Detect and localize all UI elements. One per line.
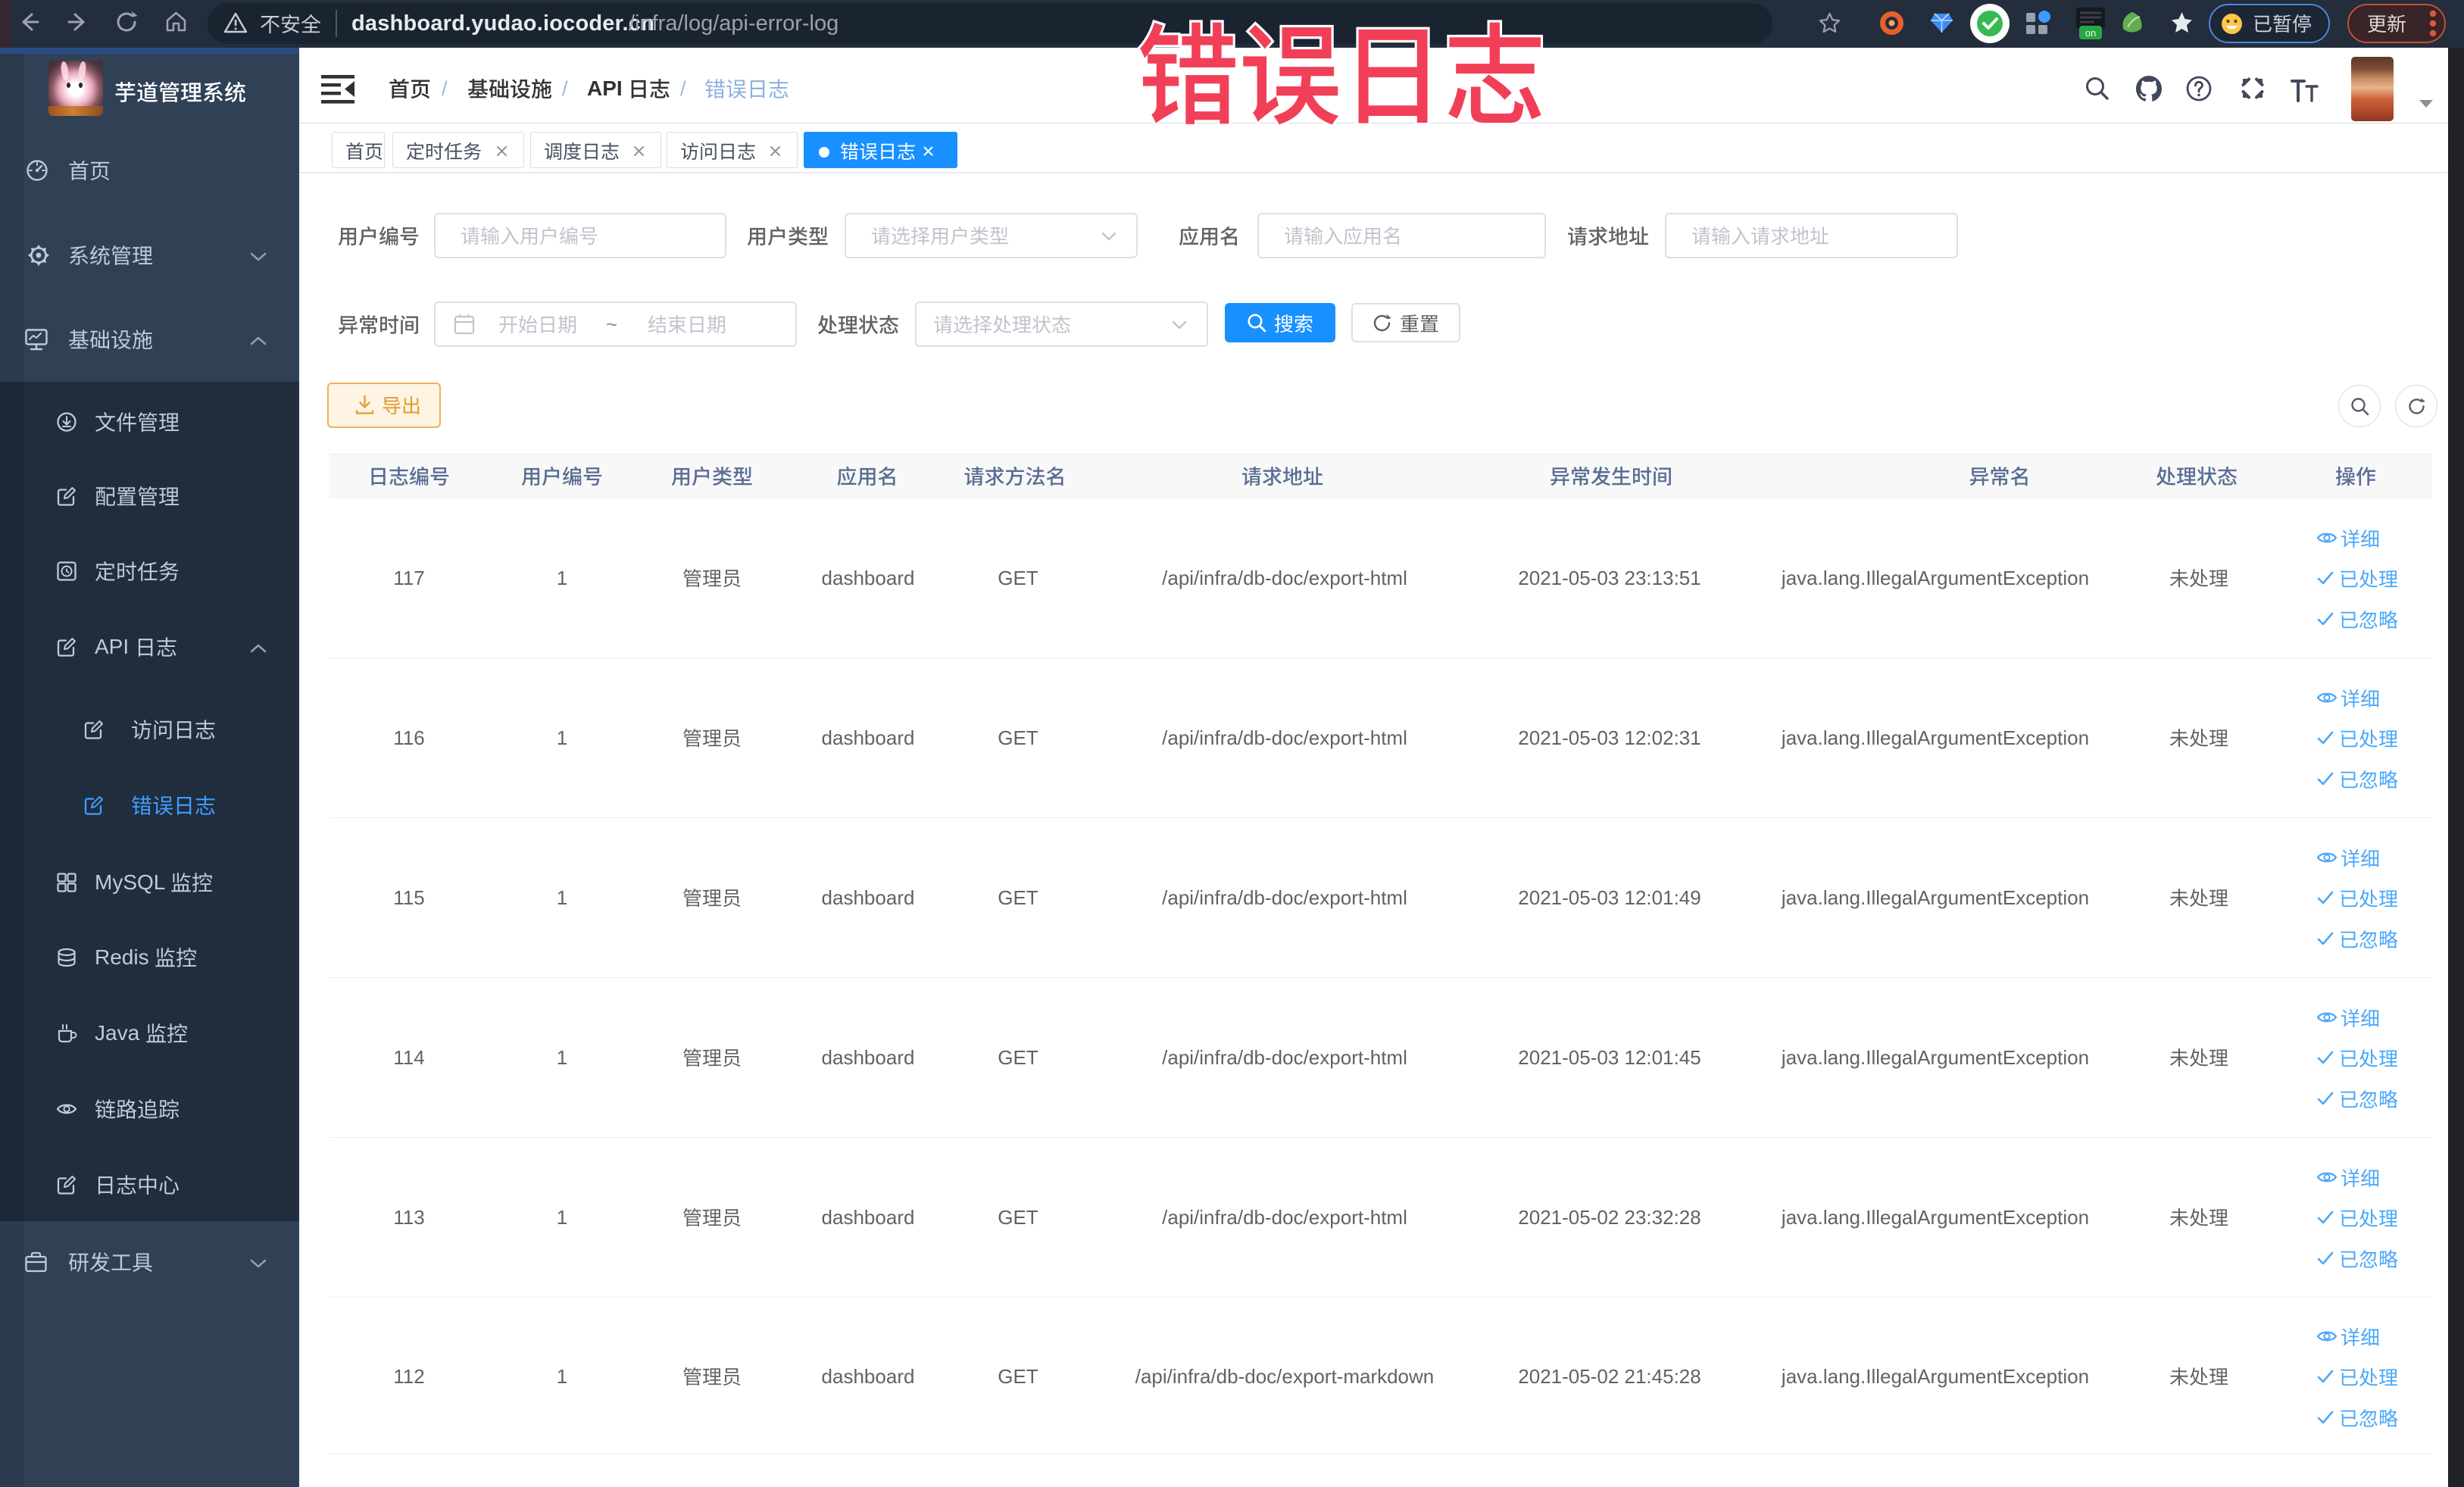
svg-text:on: on [2085, 27, 2096, 39]
